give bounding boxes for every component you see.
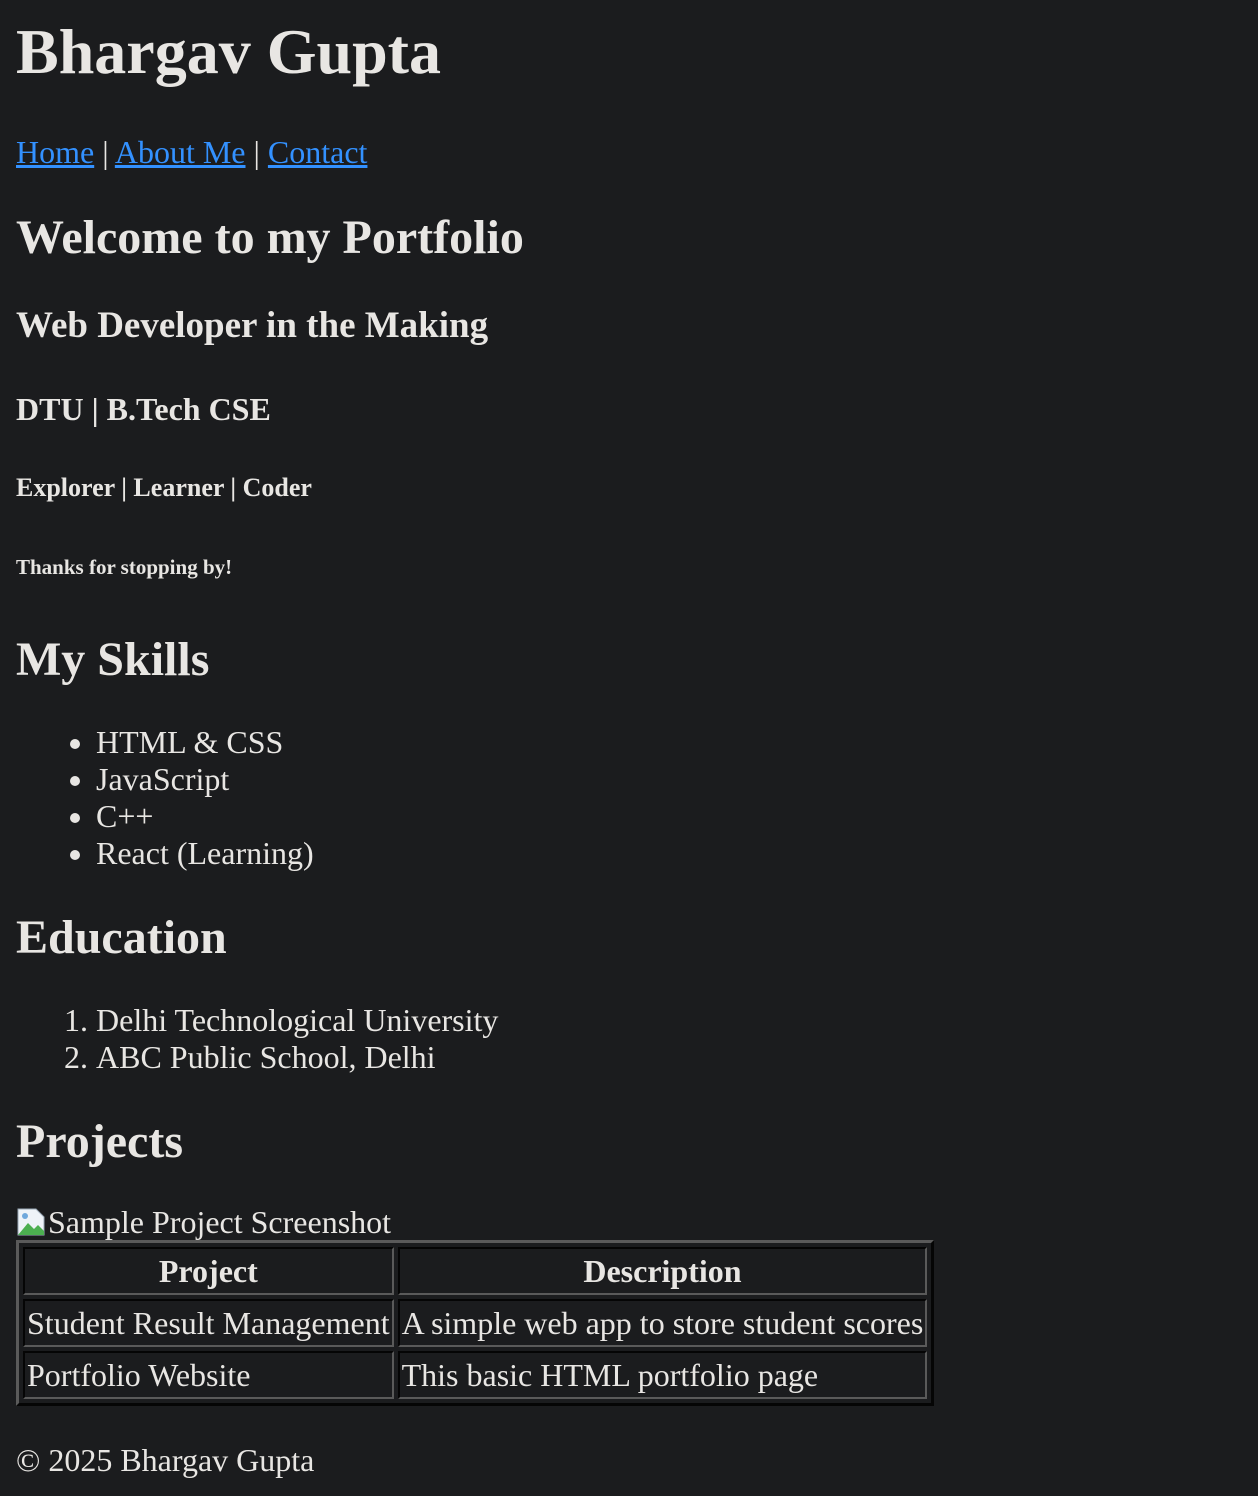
project-name-cell: Student Result Management [23,1299,394,1347]
broken-image-icon [16,1207,46,1237]
screenshot-alt-text: Sample Project Screenshot [48,1204,392,1240]
nav-link-home[interactable]: Home [16,134,94,170]
nav-separator: | [102,134,109,170]
education-heading: Education [16,911,227,964]
skill-item: React (Learning) [96,835,1242,872]
table-row: Portfolio Website This basic HTML portfo… [23,1351,928,1399]
skill-item: JavaScript [96,761,1242,798]
education-list: Delhi Technological University ABC Publi… [16,1002,1242,1076]
footer: © 2025 Bhargav Gupta [16,1442,315,1478]
nav-separator: | [253,134,260,170]
skill-item: HTML & CSS [96,724,1242,761]
skills-list: HTML & CSS JavaScript C++ React (Learnin… [16,724,1242,872]
project-name-cell: Portfolio Website [23,1351,394,1399]
nav-link-contact[interactable]: Contact [268,134,368,170]
thanks-heading: Thanks for stopping by! [16,555,233,579]
project-description-cell: This basic HTML portfolio page [397,1351,928,1399]
subtitle-heading: Web Developer in the Making [16,305,489,346]
roles-heading: Explorer | Learner | Coder [16,473,312,502]
nav-link-about[interactable]: About Me [115,134,246,170]
skills-heading: My Skills [16,633,210,686]
nav-bar: Home | About Me | Contact [16,134,1242,170]
project-description-cell: A simple web app to store student scores [397,1299,928,1347]
skill-item: C++ [96,798,1242,835]
column-header-description: Description [397,1247,928,1295]
projects-table: Project Description Student Result Manag… [16,1240,935,1406]
education-item: ABC Public School, Delhi [96,1039,1242,1076]
page: Bhargav Gupta Home | About Me | Contact … [0,0,1258,1478]
table-header-row: Project Description [23,1247,928,1295]
site-title: Bhargav Gupta [16,16,441,87]
column-header-project: Project [23,1247,394,1295]
education-item: Delhi Technological University [96,1002,1242,1039]
project-screenshot: Sample Project Screenshot [16,1204,1242,1240]
projects-heading: Projects [16,1115,184,1168]
education-line-heading: DTU | B.Tech CSE [16,391,271,427]
table-row: Student Result Management A simple web a… [23,1299,928,1347]
welcome-heading: Welcome to my Portfolio [16,211,524,264]
